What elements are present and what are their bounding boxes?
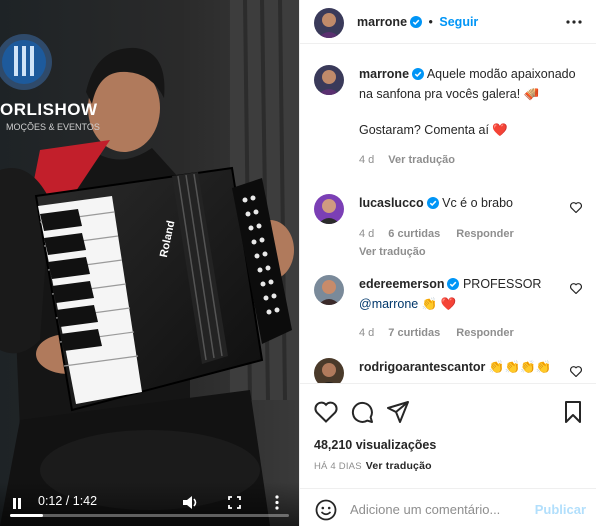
post-side-panel: marrone • Seguir marrone Aquele modão ap… [299, 0, 596, 526]
reply-button[interactable]: Responder [456, 228, 513, 240]
translate-link[interactable]: Ver tradução [366, 460, 432, 472]
heart-icon[interactable] [314, 401, 338, 426]
caption-line2: Gostaram? Comenta aí ❤️ [359, 123, 508, 137]
volume-icon[interactable] [182, 495, 199, 513]
caption-age: 4 d [359, 154, 375, 166]
caption: marrone Aquele modão apaixonado na sanfo… [314, 65, 584, 185]
comments-list[interactable]: marrone Aquele modão apaixonado na sanfo… [300, 45, 596, 383]
verified-icon [410, 16, 423, 32]
translate-link[interactable]: Ver tradução [359, 243, 558, 261]
list-item: edereemerson PROFESSOR @marrone 👏 ❤️ 4 d… [314, 275, 584, 339]
avatar[interactable] [314, 358, 344, 383]
header-username[interactable]: marrone [357, 15, 407, 29]
avatar[interactable] [314, 194, 344, 224]
video-frame [0, 0, 299, 526]
comment-age: 4 d [359, 228, 375, 240]
video-time: 0:12 / 1:42 [38, 494, 98, 508]
comment-age: 4 d [359, 327, 375, 339]
reply-button[interactable]: Responder [456, 327, 513, 339]
emoji-icon[interactable] [315, 499, 337, 524]
avatar[interactable] [314, 8, 344, 38]
caption-meta: 4 d Ver tradução [359, 151, 584, 169]
publish-button[interactable]: Publicar [535, 502, 586, 517]
video-player[interactable]: ORLISHOW MOÇÕES & EVENTOS Roland 0:12 / … [0, 0, 299, 526]
add-comment-bar: Publicar [300, 488, 596, 526]
avatar[interactable] [314, 275, 344, 305]
verified-icon [447, 277, 460, 295]
video-progress-bar[interactable] [10, 514, 289, 517]
comment-icon[interactable] [350, 400, 374, 427]
banner-text: ORLISHOW [0, 100, 98, 120]
heart-icon[interactable] [570, 202, 582, 216]
likes-count[interactable]: 7 curtidas [388, 327, 440, 339]
fullscreen-icon[interactable] [228, 496, 241, 512]
caption-username[interactable]: marrone [359, 67, 409, 81]
comment-text: Vc é o brabo [442, 196, 513, 210]
verified-icon [412, 67, 425, 85]
follow-button[interactable]: Seguir [439, 15, 478, 29]
comment-username[interactable]: rodrigoarantescantor [359, 360, 485, 374]
comment-input[interactable] [350, 499, 530, 519]
comment-meta: 4 d 6 curtidas Responder [359, 225, 558, 243]
likes-count[interactable]: 6 curtidas [388, 228, 440, 240]
video-progress-fill [10, 514, 44, 517]
comment-username[interactable]: lucaslucco [359, 196, 424, 210]
share-icon[interactable] [387, 401, 409, 426]
banner-subtext: MOÇÕES & EVENTOS [6, 122, 100, 132]
list-item: lucaslucco Vc é o brabo 4 d 6 curtidas Res… [314, 194, 584, 258]
more-horizontal-icon[interactable] [566, 13, 582, 27]
comment-text: 👏👏👏👏 [488, 360, 552, 374]
post-header: marrone • Seguir [300, 0, 596, 44]
views-count[interactable]: 48,210 visualizações [314, 438, 436, 452]
post-age: HÁ 4 DIAS [314, 461, 362, 472]
comment-username[interactable]: edereemerson [359, 277, 444, 291]
list-item: rodrigoarantescantor 👏👏👏👏 [314, 358, 584, 383]
comment-emoji: 👏 ❤️ [421, 297, 457, 311]
verified-icon [426, 196, 439, 214]
translate-link[interactable]: Ver tradução [388, 154, 455, 166]
post-date: HÁ 4 DIAS Ver tradução [314, 460, 432, 472]
heart-icon[interactable] [570, 366, 582, 380]
heart-icon[interactable] [570, 283, 582, 297]
comment-meta: 4 d 7 curtidas Responder [359, 324, 558, 342]
comment-text: PROFESSOR [462, 277, 542, 291]
avatar[interactable] [314, 65, 344, 95]
more-vertical-icon[interactable] [275, 495, 279, 513]
banner-line1: ORLISHOW [0, 100, 98, 119]
mention-link[interactable]: @marrone [359, 297, 418, 311]
pause-icon[interactable] [11, 497, 23, 513]
video-controls: 0:12 / 1:42 [0, 482, 299, 526]
post-actions: 48,210 visualizações HÁ 4 DIAS Ver traduç… [300, 383, 596, 526]
header-separator: • [428, 15, 433, 29]
bookmark-icon[interactable] [564, 401, 582, 426]
